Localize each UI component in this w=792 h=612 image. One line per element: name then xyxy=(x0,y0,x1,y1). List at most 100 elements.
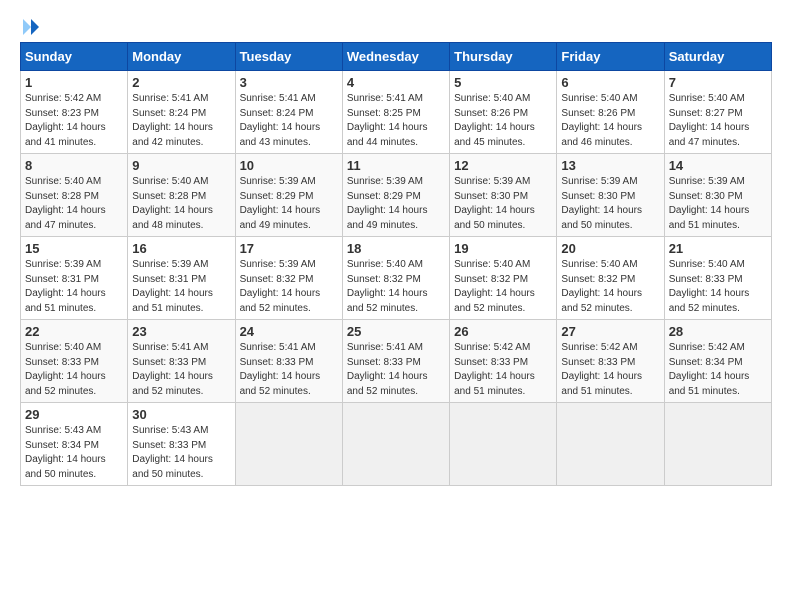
week-row-5: 29 Sunrise: 5:43 AMSunset: 8:34 PMDayligh… xyxy=(21,403,772,486)
cell-details: Sunrise: 5:39 AMSunset: 8:31 PMDaylight:… xyxy=(132,259,213,314)
day-header-friday: Friday xyxy=(557,43,664,71)
day-number: 16 xyxy=(132,241,230,256)
calendar-cell: 26 Sunrise: 5:42 AMSunset: 8:33 PMDayligh… xyxy=(450,320,557,403)
calendar-cell: 2Sunrise: 5:41 AMSunset: 8:24 PMDaylight… xyxy=(128,71,235,154)
day-number: 18 xyxy=(347,241,445,256)
day-number: 28 xyxy=(669,324,767,339)
cell-details: Sunrise: 5:40 AMSunset: 8:26 PMDaylight:… xyxy=(561,93,642,148)
day-number: 4 xyxy=(347,75,445,90)
day-number: 24 xyxy=(240,324,338,339)
cell-details: Sunrise: 5:41 AMSunset: 8:33 PMDaylight:… xyxy=(240,342,321,397)
cell-details: Sunrise: 5:39 AMSunset: 8:29 PMDaylight:… xyxy=(240,176,321,231)
calendar-cell: 28 Sunrise: 5:42 AMSunset: 8:34 PMDayligh… xyxy=(664,320,771,403)
calendar-cell: 13 Sunrise: 5:39 AMSunset: 8:30 PMDayligh… xyxy=(557,154,664,237)
day-header-thursday: Thursday xyxy=(450,43,557,71)
cell-details: Sunrise: 5:39 AMSunset: 8:30 PMDaylight:… xyxy=(669,176,750,231)
week-row-4: 22 Sunrise: 5:40 AMSunset: 8:33 PMDayligh… xyxy=(21,320,772,403)
cell-details: Sunrise: 5:43 AMSunset: 8:34 PMDaylight:… xyxy=(25,425,106,480)
cell-details: Sunrise: 5:40 AMSunset: 8:26 PMDaylight:… xyxy=(454,93,535,148)
calendar-cell: 30 Sunrise: 5:43 AMSunset: 8:33 PMDayligh… xyxy=(128,403,235,486)
day-number: 20 xyxy=(561,241,659,256)
cell-details: Sunrise: 5:40 AMSunset: 8:27 PMDaylight:… xyxy=(669,93,750,148)
cell-details: Sunrise: 5:40 AMSunset: 8:33 PMDaylight:… xyxy=(25,342,106,397)
page: SundayMondayTuesdayWednesdayThursdayFrid… xyxy=(0,0,792,496)
day-number: 8 xyxy=(25,158,123,173)
calendar-cell: 14 Sunrise: 5:39 AMSunset: 8:30 PMDayligh… xyxy=(664,154,771,237)
calendar-cell: 8Sunrise: 5:40 AMSunset: 8:28 PMDaylight… xyxy=(21,154,128,237)
day-header-wednesday: Wednesday xyxy=(342,43,449,71)
day-header-sunday: Sunday xyxy=(21,43,128,71)
cell-details: Sunrise: 5:41 AMSunset: 8:24 PMDaylight:… xyxy=(132,93,213,148)
calendar-cell: 5 Sunrise: 5:40 AMSunset: 8:26 PMDaylight… xyxy=(450,71,557,154)
cell-details: Sunrise: 5:39 AMSunset: 8:30 PMDaylight:… xyxy=(561,176,642,231)
calendar-cell xyxy=(664,403,771,486)
calendar-cell: 19Sunrise: 5:40 AMSunset: 8:32 PMDayligh… xyxy=(450,237,557,320)
calendar-cell: 22 Sunrise: 5:40 AMSunset: 8:33 PMDayligh… xyxy=(21,320,128,403)
calendar-cell: 16 Sunrise: 5:39 AMSunset: 8:31 PMDayligh… xyxy=(128,237,235,320)
calendar-cell: 1 Sunrise: 5:42 AMSunset: 8:23 PMDaylight… xyxy=(21,71,128,154)
calendar-cell: 25 Sunrise: 5:41 AMSunset: 8:33 PMDayligh… xyxy=(342,320,449,403)
day-number: 26 xyxy=(454,324,552,339)
calendar-cell: 7Sunrise: 5:40 AMSunset: 8:27 PMDaylight… xyxy=(664,71,771,154)
calendar-cell: 17Sunrise: 5:39 AMSunset: 8:32 PMDayligh… xyxy=(235,237,342,320)
calendar-cell: 24 Sunrise: 5:41 AMSunset: 8:33 PMDayligh… xyxy=(235,320,342,403)
day-header-monday: Monday xyxy=(128,43,235,71)
cell-details: Sunrise: 5:41 AMSunset: 8:25 PMDaylight:… xyxy=(347,93,428,148)
day-number: 29 xyxy=(25,407,123,422)
day-number: 22 xyxy=(25,324,123,339)
cell-details: Sunrise: 5:40 AMSunset: 8:32 PMDaylight:… xyxy=(561,259,642,314)
day-number: 14 xyxy=(669,158,767,173)
calendar-cell: 21 Sunrise: 5:40 AMSunset: 8:33 PMDayligh… xyxy=(664,237,771,320)
calendar-cell xyxy=(235,403,342,486)
cell-details: Sunrise: 5:42 AMSunset: 8:33 PMDaylight:… xyxy=(454,342,535,397)
week-row-1: 1 Sunrise: 5:42 AMSunset: 8:23 PMDaylight… xyxy=(21,71,772,154)
days-header-row: SundayMondayTuesdayWednesdayThursdayFrid… xyxy=(21,43,772,71)
cell-details: Sunrise: 5:40 AMSunset: 8:28 PMDaylight:… xyxy=(132,176,213,231)
day-number: 13 xyxy=(561,158,659,173)
calendar-cell xyxy=(342,403,449,486)
calendar-cell: 9 Sunrise: 5:40 AMSunset: 8:28 PMDaylight… xyxy=(128,154,235,237)
cell-details: Sunrise: 5:39 AMSunset: 8:32 PMDaylight:… xyxy=(240,259,321,314)
day-number: 15 xyxy=(25,241,123,256)
cell-details: Sunrise: 5:42 AMSunset: 8:23 PMDaylight:… xyxy=(25,93,106,148)
cell-details: Sunrise: 5:41 AMSunset: 8:33 PMDaylight:… xyxy=(347,342,428,397)
day-header-saturday: Saturday xyxy=(664,43,771,71)
calendar-cell: 10 Sunrise: 5:39 AMSunset: 8:29 PMDayligh… xyxy=(235,154,342,237)
calendar-cell: 15 Sunrise: 5:39 AMSunset: 8:31 PMDayligh… xyxy=(21,237,128,320)
day-number: 12 xyxy=(454,158,552,173)
day-number: 27 xyxy=(561,324,659,339)
header xyxy=(20,16,772,36)
day-number: 30 xyxy=(132,407,230,422)
cell-details: Sunrise: 5:41 AMSunset: 8:24 PMDaylight:… xyxy=(240,93,321,148)
calendar-cell: 23 Sunrise: 5:41 AMSunset: 8:33 PMDayligh… xyxy=(128,320,235,403)
day-number: 1 xyxy=(25,75,123,90)
calendar-table: SundayMondayTuesdayWednesdayThursdayFrid… xyxy=(20,42,772,486)
calendar-cell: 11 Sunrise: 5:39 AMSunset: 8:29 PMDayligh… xyxy=(342,154,449,237)
calendar-cell xyxy=(450,403,557,486)
day-number: 21 xyxy=(669,241,767,256)
cell-details: Sunrise: 5:39 AMSunset: 8:29 PMDaylight:… xyxy=(347,176,428,231)
calendar-cell: 4 Sunrise: 5:41 AMSunset: 8:25 PMDaylight… xyxy=(342,71,449,154)
day-number: 10 xyxy=(240,158,338,173)
cell-details: Sunrise: 5:40 AMSunset: 8:33 PMDaylight:… xyxy=(669,259,750,314)
calendar-cell: 6 Sunrise: 5:40 AMSunset: 8:26 PMDaylight… xyxy=(557,71,664,154)
logo-flag-icon xyxy=(22,18,40,36)
calendar-cell: 12Sunrise: 5:39 AMSunset: 8:30 PMDayligh… xyxy=(450,154,557,237)
day-number: 23 xyxy=(132,324,230,339)
calendar-cell: 3Sunrise: 5:41 AMSunset: 8:24 PMDaylight… xyxy=(235,71,342,154)
day-number: 25 xyxy=(347,324,445,339)
calendar-cell: 18Sunrise: 5:40 AMSunset: 8:32 PMDayligh… xyxy=(342,237,449,320)
cell-details: Sunrise: 5:39 AMSunset: 8:31 PMDaylight:… xyxy=(25,259,106,314)
day-number: 9 xyxy=(132,158,230,173)
logo xyxy=(20,16,40,36)
cell-details: Sunrise: 5:43 AMSunset: 8:33 PMDaylight:… xyxy=(132,425,213,480)
cell-details: Sunrise: 5:42 AMSunset: 8:34 PMDaylight:… xyxy=(669,342,750,397)
day-number: 6 xyxy=(561,75,659,90)
calendar-cell: 20 Sunrise: 5:40 AMSunset: 8:32 PMDayligh… xyxy=(557,237,664,320)
week-row-3: 15 Sunrise: 5:39 AMSunset: 8:31 PMDayligh… xyxy=(21,237,772,320)
cell-details: Sunrise: 5:41 AMSunset: 8:33 PMDaylight:… xyxy=(132,342,213,397)
calendar-cell: 29 Sunrise: 5:43 AMSunset: 8:34 PMDayligh… xyxy=(21,403,128,486)
day-number: 11 xyxy=(347,158,445,173)
calendar-cell xyxy=(557,403,664,486)
day-number: 5 xyxy=(454,75,552,90)
